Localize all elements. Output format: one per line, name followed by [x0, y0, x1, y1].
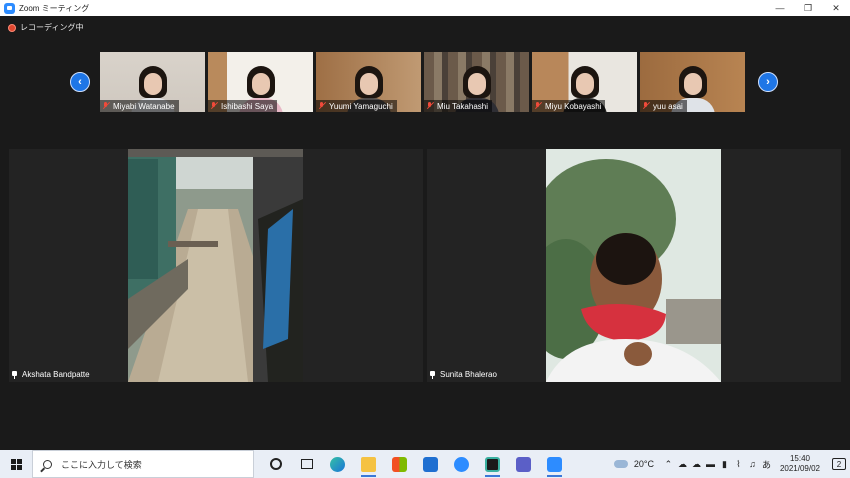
clock-date: 2021/09/02 — [779, 464, 820, 473]
mic-muted-icon — [534, 102, 542, 110]
pin-icon — [429, 370, 436, 379]
participant-tile[interactable]: Miyu Kobayashi — [532, 52, 637, 112]
minimize-button[interactable]: — — [766, 0, 794, 16]
participant-name: Miyu Kobayashi — [532, 100, 606, 112]
notification-button[interactable]: 2 — [828, 450, 850, 478]
recording-indicator[interactable]: レコーディング中 — [8, 22, 83, 33]
snip-button[interactable] — [477, 450, 508, 478]
mic-muted-icon — [318, 102, 326, 110]
zoom-icon — [547, 456, 562, 472]
recording-label: レコーディング中 — [20, 23, 84, 32]
wifi-icon[interactable]: ⌇ — [732, 458, 745, 471]
onedrive-icon[interactable]: ☁ — [676, 458, 689, 471]
participant-name: Sunita Bhalerao — [429, 370, 497, 379]
usb-icon[interactable]: ▬ — [704, 458, 717, 471]
snip-icon — [485, 456, 500, 472]
cortana-icon — [269, 458, 282, 470]
file-explorer-button[interactable] — [353, 450, 384, 478]
participant-name: Akshata Bandpatte — [11, 370, 90, 379]
maximize-button[interactable]: ❐ — [794, 0, 822, 16]
teams-icon — [516, 456, 531, 472]
participant-name: yuu asai — [640, 100, 687, 112]
mail-icon — [423, 456, 438, 472]
meeting-stage: レコーディング中 ‹ › Miyabi Watanabe Ishibashi S… — [0, 16, 850, 450]
window-title: Zoom ミーティング — [19, 3, 90, 13]
gallery-strip: Miyabi Watanabe Ishibashi Saya Yuumi Yam… — [100, 52, 745, 112]
participant-name: Miu Takahashi — [424, 100, 492, 112]
chevron-up-icon[interactable]: ⌃ — [662, 458, 675, 471]
taskbar: ここに入力して検索 20°C ⌃ ☁ ☁ ▬ ▮ ⌇ ♫ あ 15:40 202… — [0, 450, 850, 478]
mic-muted-icon — [426, 102, 434, 110]
record-icon — [8, 23, 16, 32]
system-tray: 20°C ⌃ ☁ ☁ ▬ ▮ ⌇ ♫ あ 15:40 2021/09/02 2 — [613, 450, 850, 478]
teams-button[interactable] — [508, 450, 539, 478]
store-button[interactable] — [384, 450, 415, 478]
edge-button[interactable] — [322, 450, 353, 478]
edge-icon — [330, 456, 345, 472]
search-icon — [43, 459, 52, 469]
participant-name: Ishibashi Saya — [208, 100, 278, 112]
participant-tile[interactable]: Miu Takahashi — [424, 52, 529, 112]
taskbar-apps — [260, 450, 570, 478]
participant-name: Yuumi Yamaguchi — [316, 100, 397, 112]
participant-tile[interactable]: Ishibashi Saya — [208, 52, 313, 112]
participant-name: Miyabi Watanabe — [100, 100, 179, 112]
weather-widget[interactable]: 20°C — [613, 459, 654, 469]
participant-video — [128, 149, 303, 382]
store-icon — [392, 456, 407, 472]
next-page-button[interactable]: › — [758, 72, 778, 92]
file-explorer-icon — [361, 456, 376, 472]
zoom-button[interactable] — [539, 450, 570, 478]
participant-tile[interactable]: Miyabi Watanabe — [100, 52, 205, 112]
mic-muted-icon — [210, 102, 218, 110]
previous-page-button[interactable]: ‹ — [70, 72, 90, 92]
cloud-sync-icon[interactable]: ☁ — [690, 458, 703, 471]
taskbar-search[interactable]: ここに入力して検索 — [32, 450, 254, 478]
cortana-button[interactable] — [260, 450, 291, 478]
search-placeholder: ここに入力して検索 — [61, 459, 142, 470]
task-view-icon — [300, 459, 313, 469]
windows-icon — [10, 458, 22, 470]
ime-indicator[interactable]: あ — [760, 458, 773, 471]
zoom-meetings-icon — [454, 456, 469, 472]
mic-muted-icon — [642, 102, 650, 110]
zoom-logo-icon — [4, 2, 15, 14]
notification-count: 2 — [836, 459, 842, 469]
participant-tile[interactable]: yuu asai — [640, 52, 745, 112]
participant-video — [546, 149, 721, 382]
mail-button[interactable] — [415, 450, 446, 478]
video-panel[interactable]: Akshata Bandpatte — [9, 149, 423, 382]
cloud-icon — [613, 460, 628, 468]
weather-temp: 20°C — [633, 459, 654, 469]
participant-tile[interactable]: Yuumi Yamaguchi — [316, 52, 421, 112]
task-view-button[interactable] — [291, 450, 322, 478]
start-button[interactable] — [0, 450, 32, 478]
zoom-meetings-button[interactable] — [446, 450, 477, 478]
title-bar: Zoom ミーティング — ❐ ✕ — [0, 0, 850, 16]
clock-time: 15:40 — [789, 454, 810, 463]
clock[interactable]: 15:40 2021/09/02 — [780, 454, 820, 474]
video-panel[interactable]: Sunita Bhalerao — [427, 149, 841, 382]
notification-icon: 2 — [832, 458, 846, 470]
window-controls: — ❐ ✕ — [766, 0, 850, 16]
mic-muted-icon — [102, 102, 110, 110]
volume-icon[interactable]: ♫ — [746, 458, 759, 471]
pin-icon — [11, 370, 18, 379]
battery-icon[interactable]: ▮ — [718, 458, 731, 471]
close-button[interactable]: ✕ — [822, 0, 850, 16]
